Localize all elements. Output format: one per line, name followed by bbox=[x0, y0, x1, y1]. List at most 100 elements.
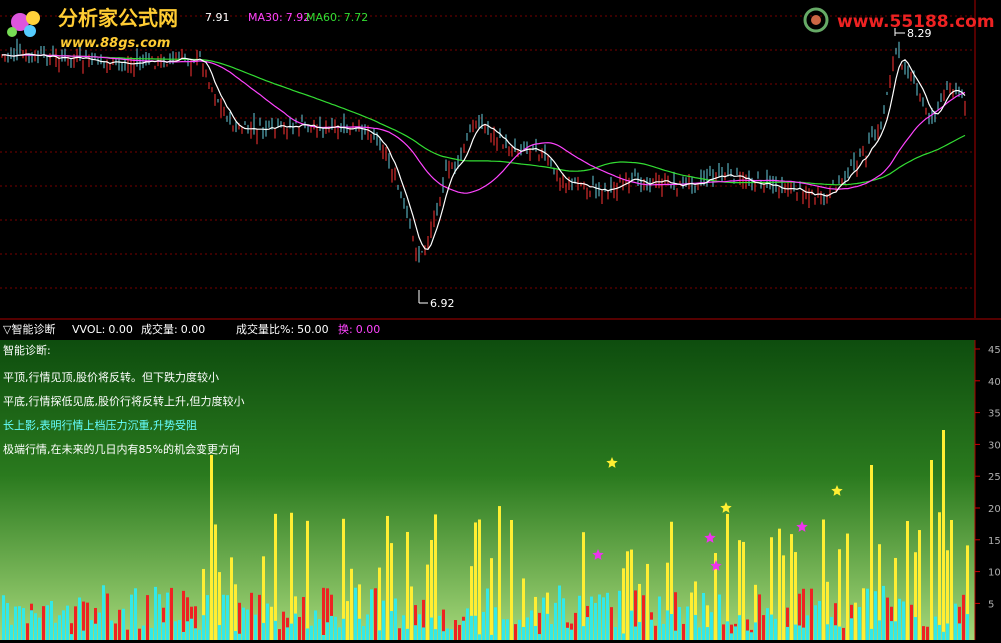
indicator-bar bbox=[434, 629, 437, 640]
indicator-bar bbox=[130, 594, 133, 640]
indicator-bar bbox=[594, 602, 597, 640]
ma5-value: 7.91 bbox=[205, 11, 230, 24]
indicator-bar bbox=[278, 629, 281, 640]
indicator-bar bbox=[314, 610, 317, 640]
indicator-bar bbox=[630, 610, 633, 640]
indicator-bar bbox=[778, 528, 781, 640]
indicator-bar bbox=[838, 549, 841, 640]
indicator-bar bbox=[38, 617, 41, 640]
indicator-bar bbox=[30, 610, 33, 640]
indicator-bar bbox=[878, 620, 881, 640]
indicator-bar bbox=[406, 531, 409, 640]
indicator-bar bbox=[570, 629, 573, 640]
indicator-bar bbox=[206, 595, 209, 640]
indicator-bar bbox=[106, 593, 109, 640]
indicator-bar bbox=[962, 594, 965, 640]
indicator-bar bbox=[674, 630, 677, 640]
indicator-bar bbox=[870, 628, 873, 640]
indicator-bar bbox=[546, 613, 549, 640]
indicator-bar bbox=[222, 594, 225, 640]
indicator-bar bbox=[894, 621, 897, 640]
indicator-bar bbox=[430, 617, 433, 640]
indicator-bar bbox=[586, 617, 589, 640]
indicator-bar bbox=[890, 621, 893, 640]
indicator-bar bbox=[622, 633, 625, 640]
indicator-bar bbox=[194, 628, 197, 640]
indicator-bar bbox=[258, 594, 261, 640]
indicator-bar bbox=[22, 608, 25, 640]
diagnosis-line: 平底,行情探低见底,股价行将反转上升,但力度较小 bbox=[3, 394, 245, 408]
indicator-bar bbox=[46, 605, 49, 640]
indicator-bar bbox=[154, 586, 157, 640]
indicator-bar bbox=[490, 558, 493, 640]
indicator-bar bbox=[254, 614, 257, 640]
indicator-bar bbox=[86, 602, 89, 640]
indicator-bar bbox=[682, 623, 685, 640]
indicator-bar bbox=[954, 603, 957, 640]
indicator-bar bbox=[690, 592, 693, 640]
indicator-bar bbox=[290, 623, 293, 640]
indicator-bar bbox=[270, 606, 273, 640]
axis-tick-label: 15 bbox=[988, 536, 1001, 547]
indicator-bar bbox=[394, 598, 397, 640]
indicator-bar bbox=[422, 627, 425, 640]
indicator-bar bbox=[750, 632, 753, 640]
indicator-bar bbox=[786, 626, 789, 640]
indicator-bar bbox=[242, 607, 245, 640]
indicator-bar bbox=[402, 615, 405, 640]
indicator-bar bbox=[514, 624, 517, 640]
indicator-bar bbox=[306, 628, 309, 640]
indicator-bar bbox=[658, 596, 661, 640]
stock-chart-window: 8.29 6.92 分析家公式网 www.88gs.com www.55188.… bbox=[0, 0, 1001, 640]
indicator-bar bbox=[910, 604, 913, 640]
indicator-bar bbox=[478, 519, 481, 640]
indicator-bar bbox=[26, 623, 29, 640]
indicator-bar bbox=[406, 628, 409, 640]
indicator-bar bbox=[2, 595, 5, 640]
indicator-bar bbox=[582, 626, 585, 640]
indicator-bar bbox=[534, 626, 537, 640]
indicator-bar bbox=[374, 588, 377, 640]
indicator-bar bbox=[966, 614, 969, 640]
indicator-bar bbox=[414, 625, 417, 640]
indicator-bar bbox=[78, 597, 81, 640]
indicator-bar bbox=[290, 512, 293, 640]
indicator-bar bbox=[918, 530, 921, 640]
indicator-bar bbox=[358, 618, 361, 640]
indicator-bar bbox=[162, 622, 165, 640]
indicator-bar bbox=[294, 613, 297, 640]
axis-tick-label: 5 bbox=[988, 599, 994, 610]
indicator-bar bbox=[170, 587, 173, 640]
indicator-bar bbox=[182, 631, 185, 640]
indicator-bar bbox=[18, 606, 21, 640]
indicator-bar bbox=[346, 601, 349, 640]
indicator-bar bbox=[906, 521, 909, 640]
indicator-bar bbox=[118, 609, 121, 640]
indicator-bar bbox=[318, 619, 321, 640]
indicator-bar bbox=[366, 614, 369, 640]
indicator-bar bbox=[610, 607, 613, 640]
indicator-bar bbox=[854, 602, 857, 640]
indicator-bar bbox=[790, 534, 793, 640]
indicator-name[interactable]: ▽智能诊断 bbox=[3, 322, 55, 336]
indicator-bar bbox=[370, 589, 373, 640]
indicator-bar bbox=[606, 592, 609, 640]
indicator-bar bbox=[386, 515, 389, 640]
indicator-bar bbox=[758, 594, 761, 640]
chart-canvas[interactable]: 8.29 6.92 分析家公式网 www.88gs.com www.55188.… bbox=[0, 0, 1001, 640]
indicator-bar bbox=[202, 615, 205, 640]
diagnosis-line: 平顶,行情见顶,股价将反转。但下跌力度较小 bbox=[3, 370, 219, 384]
indicator-bar bbox=[766, 608, 769, 640]
axis-tick-label: 30 bbox=[988, 440, 1001, 451]
indicator-bar bbox=[190, 618, 193, 640]
indicator-bar bbox=[198, 629, 201, 640]
indicator-bar bbox=[306, 520, 309, 640]
indicator-bar bbox=[874, 591, 877, 640]
indicator-bar bbox=[58, 615, 61, 640]
indicator-bar bbox=[602, 597, 605, 640]
indicator-bar bbox=[486, 588, 489, 640]
ma30-value: MA30: 7.92 bbox=[248, 11, 310, 24]
indicator-bar bbox=[706, 627, 709, 640]
indicator-bar bbox=[554, 602, 557, 640]
indicator-bar bbox=[62, 610, 65, 640]
